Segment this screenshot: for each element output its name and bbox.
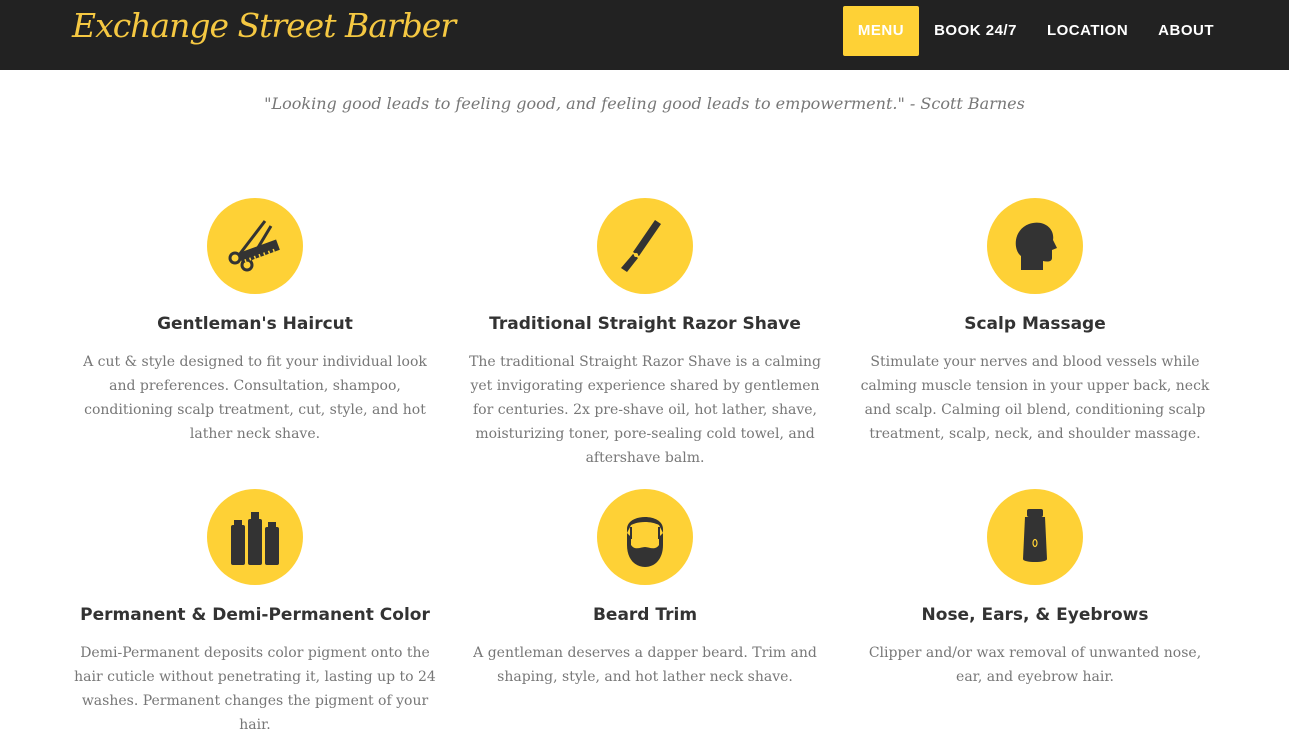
service-description: Clipper and/or wax removal of unwanted n… (868, 645, 1202, 685)
service-icon-circle (597, 489, 693, 585)
service-item: Beard Trim A gentleman deserves a dapper… (450, 489, 840, 689)
brand-logo[interactable]: Exchange Street Barber (72, 6, 456, 45)
service-item: Traditional Straight Razor Shave The tra… (450, 198, 840, 470)
service-item: Permanent & Demi-Permanent Color Demi-Pe… (60, 489, 450, 737)
quote: "Looking good leads to feeling good, and… (264, 94, 1025, 113)
scissors-comb-icon (228, 220, 280, 272)
service-description: Stimulate your nerves and blood vessels … (860, 354, 1210, 442)
nav-location-link[interactable]: LOCATION (1032, 6, 1143, 56)
service-title: Traditional Straight Razor Shave (489, 314, 801, 334)
service-title: Permanent & Demi-Permanent Color (80, 605, 430, 625)
service-icon-circle (207, 489, 303, 585)
service-item: Nose, Ears, & Eyebrows Clipper and/or wa… (840, 489, 1230, 689)
service-title: Nose, Ears, & Eyebrows (921, 605, 1149, 625)
color-bottles-icon (231, 512, 279, 565)
straight-razor-icon (621, 220, 661, 272)
service-icon-circle (597, 198, 693, 294)
service-description: Demi-Permanent deposits color pigment on… (74, 645, 436, 733)
service-icon-circle (987, 198, 1083, 294)
service-item: Scalp Massage Stimulate your nerves and … (840, 198, 1230, 446)
nav-about-link[interactable]: ABOUT (1143, 6, 1229, 56)
service-title: Scalp Massage (964, 314, 1106, 334)
bearded-face-icon (627, 517, 663, 567)
trimmer-icon (1023, 509, 1047, 562)
service-title: Beard Trim (592, 605, 698, 625)
service-item: Gentleman's Haircut A cut & style design… (60, 198, 450, 446)
service-icon-circle (207, 198, 303, 294)
head-silhouette-icon (1015, 222, 1057, 270)
service-description: The traditional Straight Razor Shave is … (469, 354, 821, 466)
top-navbar: Exchange Street Barber MENU BOOK 24/7 LO… (0, 0, 1289, 70)
service-description: A cut & style designed to fit your indiv… (83, 354, 427, 442)
nav-menu-link[interactable]: MENU (842, 6, 920, 56)
service-icon-circle (987, 489, 1083, 585)
nav-links: MENU BOOK 24/7 LOCATION ABOUT (842, 6, 1229, 56)
service-description: A gentleman deserves a dapper beard. Tri… (473, 645, 817, 685)
service-title: Gentleman's Haircut (157, 314, 353, 334)
nav-book-link[interactable]: BOOK 24/7 (919, 6, 1032, 56)
